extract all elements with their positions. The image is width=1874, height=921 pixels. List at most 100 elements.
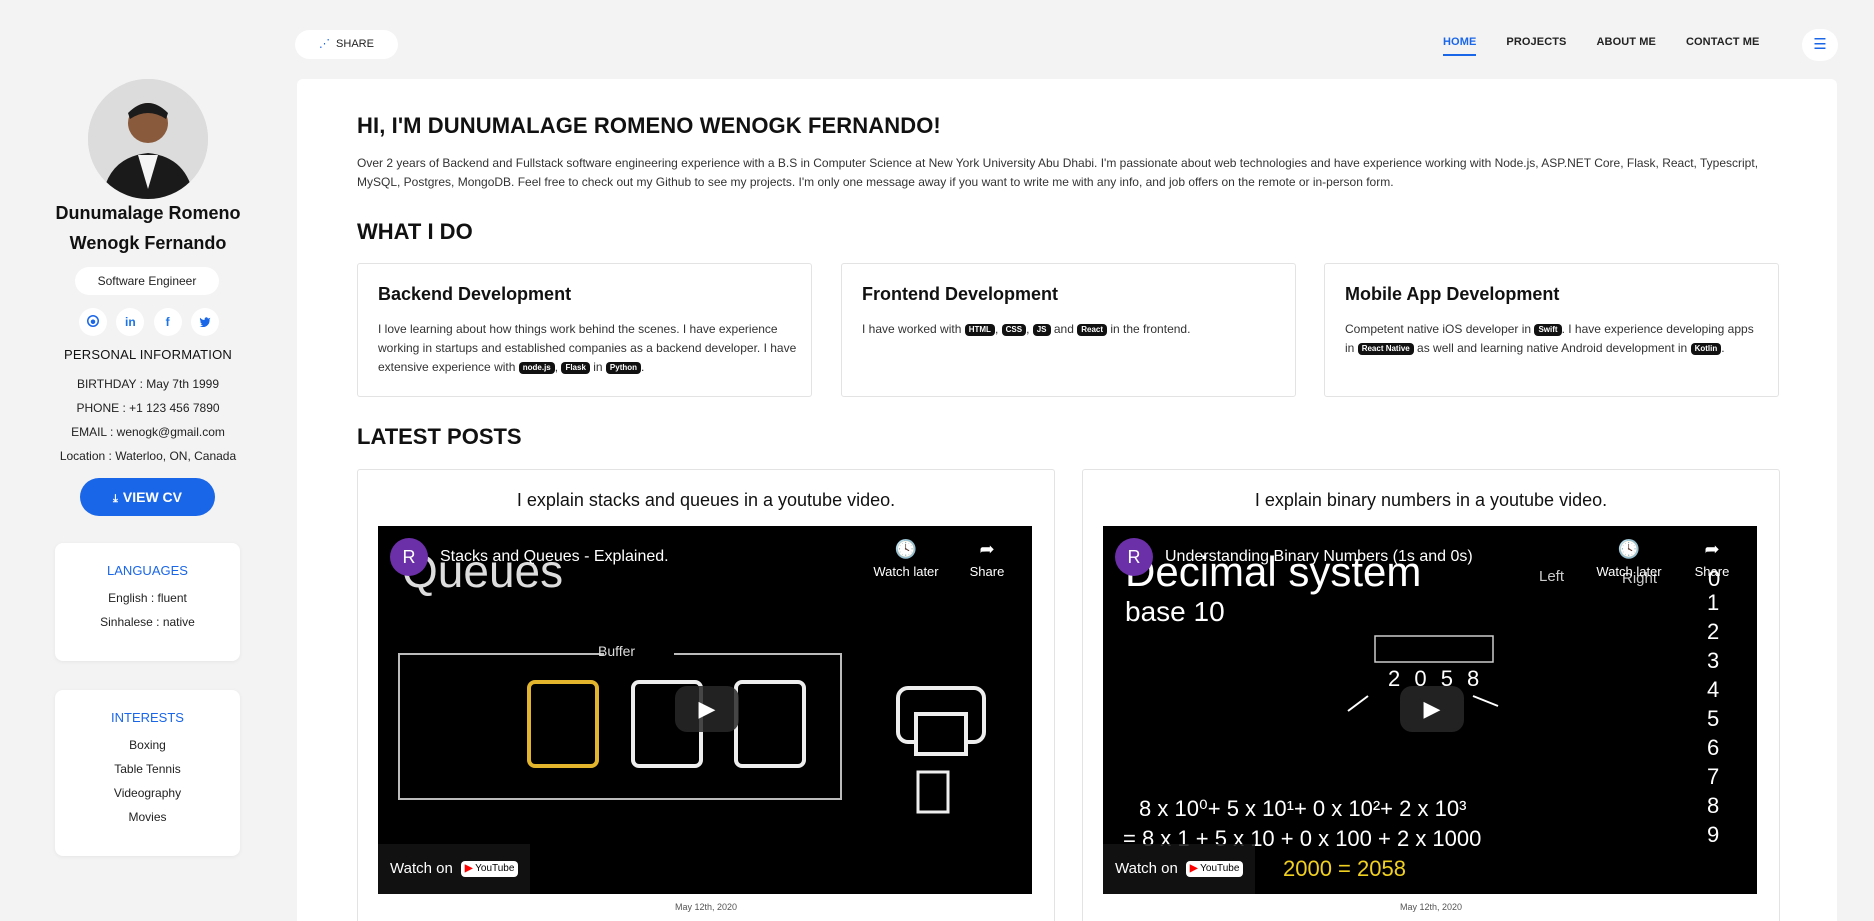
post-card: I explain stacks and queues in a youtube… [357,469,1055,921]
latest-posts-heading: LATEST POSTS [357,424,522,449]
text: in the frontend. [1107,322,1191,336]
text: , [554,360,562,374]
channel-avatar[interactable]: R [390,538,428,576]
youtube-logo-icon: ▶ YouTube [460,861,519,878]
interests-heading: INTERESTS [111,710,184,725]
watch-on-label: Watch on [1115,860,1178,877]
post-heading: I explain stacks and queues in a youtube… [516,490,896,510]
youtube-logo-icon: ▶ YouTube [1185,861,1244,878]
equation-line-3: 2000 = 2058 [1283,856,1406,881]
languages-heading: LANGUAGES [107,563,188,578]
share-icon: ⋰ [319,38,331,50]
interest-item: Table Tennis [114,762,181,776]
languages-card: LANGUAGES English : fluent Sinhalese : n… [55,543,240,661]
interest-item: Boxing [129,738,166,752]
play-icon[interactable]: ▶ [675,686,739,732]
email: EMAIL : wenogk@gmail.com [71,425,225,439]
language-item: Sinhalese : native [100,615,195,629]
profile-name: Dunumalage Romeno Wenogk Fernando [55,203,241,253]
interest-item: Videography [113,786,182,800]
tech-tag: Flask [561,361,590,374]
watch-later-button[interactable]: 🕓 Watch later [1594,538,1664,579]
service-title: Frontend Development [862,284,1059,304]
service-title: Mobile App Development [1345,284,1560,304]
text: I have worked with [862,322,965,336]
video-share-label: Share [969,564,1005,579]
text: . [641,360,645,374]
youtube-label: YouTube [1200,863,1240,875]
watch-later-label: Watch later [873,564,939,579]
tech-tag: Python [605,361,642,374]
watch-later-button[interactable]: 🕓 Watch later [871,538,941,579]
text: in [589,360,606,374]
text: , [1026,322,1033,336]
text: , [994,322,1002,336]
interests-card: INTERESTS Boxing Table Tennis Videograph… [55,690,240,856]
language-item: English : fluent [108,591,187,605]
channel-avatar[interactable]: R [1115,538,1153,576]
github-icon[interactable] [79,308,107,336]
equation-line-1: 8 x 10⁰+ 5 x 10¹+ 0 x 10²+ 2 x 10³ [1139,796,1467,821]
clock-icon: 🕓 [894,539,918,559]
nav-home[interactable]: HOME [1443,36,1477,56]
text: as well and learning native Android deve… [1413,341,1691,355]
video-share-button[interactable]: ➦ Share [952,538,1022,579]
personal-info-heading: PERSONAL INFORMATION [64,347,232,362]
tech-tag: React Native [1357,342,1414,355]
watch-on-label: Watch on [390,860,453,877]
nav-projects[interactable]: PROJECTS [1506,36,1566,56]
service-description: Competent native iOS developer in Swift.… [1345,320,1765,358]
personal-info-list: BIRTHDAY : May 7th 1999 PHONE : +1 123 4… [0,372,296,468]
tech-tag: CSS [1001,323,1027,336]
location: Location : Waterloo, ON, Canada [59,449,237,463]
download-icon: ⤓ [113,493,118,505]
post-date: May 12th, 2020 [1399,902,1463,912]
role-badge: Software Engineer [75,267,219,295]
interest-item: Movies [128,810,167,824]
share-button[interactable]: ⋰ SHARE [295,30,398,59]
nav-contact-me[interactable]: CONTACT ME [1686,36,1760,56]
hero-title: HI, I'M DUNUMALAGE ROMENO WENOGK FERNAND… [357,113,941,138]
service-card-backend: Backend Development I love learning abou… [357,263,812,397]
youtube-embed[interactable]: Queues Buffer R Stacks and Queues - Expl… [378,526,1032,894]
tech-tag: React [1077,323,1108,336]
watch-on-youtube-button[interactable]: Watch on ▶ YouTube [1103,844,1256,894]
text: . [1721,341,1725,355]
twitter-icon[interactable] [190,308,219,336]
tech-tag: JS [1032,323,1051,336]
watch-on-youtube-button[interactable]: Watch on ▶ YouTube [378,844,531,894]
service-description: I have worked with HTML, CSS, JS and Rea… [862,320,1282,339]
tech-tag: HTML [964,323,995,336]
share-arrow-icon: ➦ [979,539,995,559]
service-description: I love learning about how things work be… [378,320,798,377]
nav-about-me[interactable]: ABOUT ME [1597,36,1656,56]
video-title[interactable]: Stacks and Queues - Explained. [440,548,669,566]
main-content: HI, I'M DUNUMALAGE ROMENO WENOGK FERNAND… [297,79,1837,921]
post-date: May 12th, 2020 [674,902,738,912]
post-heading: I explain binary numbers in a youtube vi… [1254,490,1608,510]
view-cv-button[interactable]: ⤓ VIEW CV [80,478,215,516]
share-arrow-icon: ➦ [1704,539,1720,559]
video-share-label: Share [1694,564,1730,579]
service-title: Backend Development [378,284,572,304]
clock-icon: 🕓 [1617,539,1641,559]
video-title[interactable]: Understanding Binary Numbers (1s and 0s) [1165,548,1473,566]
tech-tag: node.js [518,361,555,374]
tech-tag: Kotlin [1690,342,1722,355]
text: and [1050,322,1078,336]
youtube-embed[interactable]: Decimal system base 10 Left Right 0 1 2 … [1103,526,1757,894]
video-overlay-label: Buffer [598,643,636,659]
video-share-button[interactable]: ➦ Share [1677,538,1747,579]
tech-tag: Swift [1534,323,1562,336]
play-icon[interactable]: ▶ [1400,686,1464,732]
what-i-do-heading: WHAT I DO [357,219,473,244]
share-label: SHARE [336,38,374,50]
hero-text: Over 2 years of Backend and Fullstack so… [357,156,1759,189]
hamburger-menu-icon[interactable]: ☰ [1802,29,1838,61]
birthday: BIRTHDAY : May 7th 1999 [76,377,220,391]
avatar [88,79,208,199]
phone: PHONE : +1 123 456 7890 [76,401,220,415]
facebook-icon[interactable]: f [153,308,182,336]
linkedin-icon[interactable]: in [116,308,145,336]
service-card-frontend: Frontend Development I have worked with … [841,263,1296,397]
